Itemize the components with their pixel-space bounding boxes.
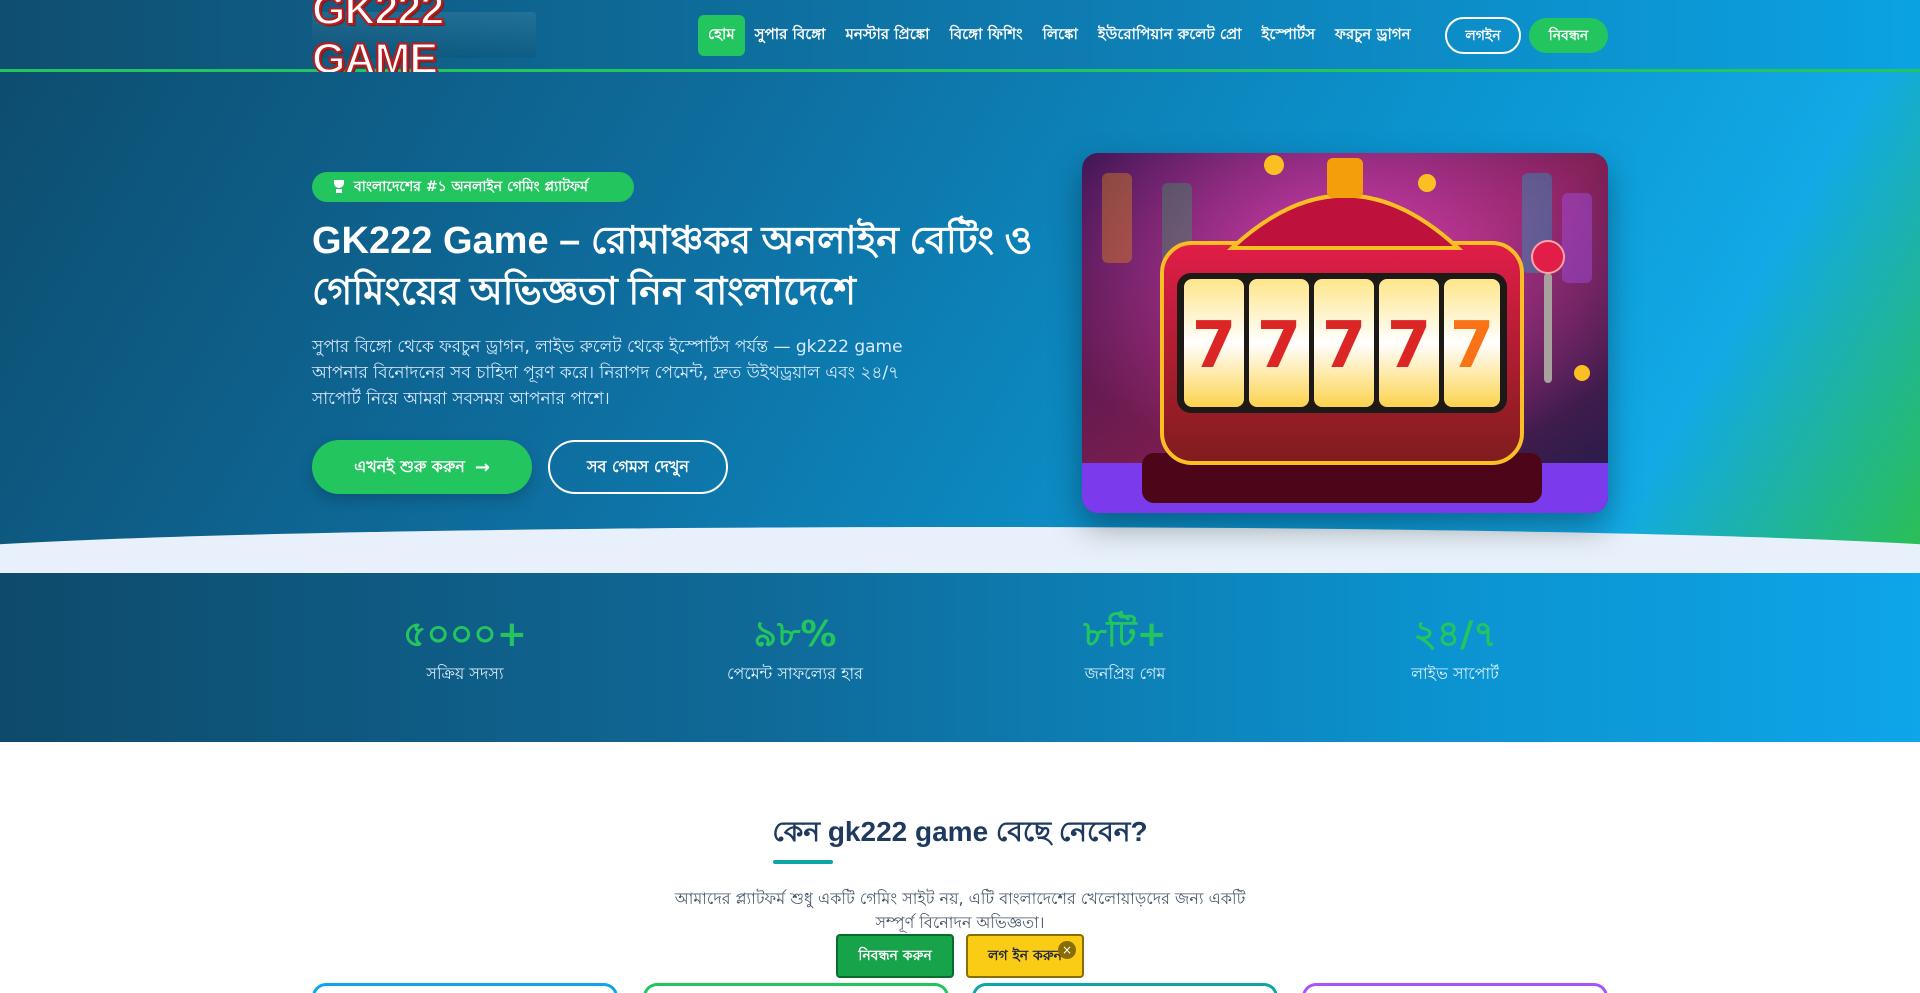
start-now-label: এখনই শুরু করুন [354,456,465,476]
slot-machine-illustration: 7 7 7 7 7 [1082,153,1608,513]
stat-value: ৫০০০+ [403,614,527,655]
nav-item-european-roulette[interactable]: ইউরোপিয়ান রুলেট প্রো [1088,15,1252,56]
hero-section: বাংলাদেশের #১ অনলাইন গেমিং প্ল্যাটফর্ম G… [0,72,1920,574]
login-button[interactable]: লগইন [1445,17,1521,54]
nav-item-monster-plinko[interactable]: মনস্টার প্রিঙ্কো [836,15,940,56]
close-icon[interactable]: × [1058,941,1076,959]
hero-title: GK222 Game – রোমাঞ্চকর অনলাইন বেটিং ও গে… [312,220,1033,313]
svg-text:7: 7 [1192,309,1237,383]
stat-members: ৫০০০+ সক্রিয় সদস্য [315,613,615,685]
svg-text:7: 7 [1257,309,1302,383]
feature-card [972,983,1278,993]
stat-value: ৮টি+ [1083,614,1167,655]
stat-label: পেমেন্ট সাফল্যের হার [727,664,863,683]
sticky-register-button[interactable]: নিবন্ধন করুন [836,934,954,978]
trophy-icon [332,180,346,194]
arrow-right-icon: → [474,456,490,478]
stat-value: ২৪/৭ [1413,614,1497,655]
nav-item-fortune-dragon[interactable]: ফরচুন ড্রাগন [1325,15,1421,56]
stat-label: সক্রিয় সদস্য [426,664,504,683]
view-all-games-button[interactable]: সব গেমস দেখুন [548,440,728,494]
hero-description: সুপার বিঙ্গো থেকে ফরচুন ড্রাগন, লাইভ রুল… [312,337,903,409]
nav-item-linko[interactable]: লিঙ্কো [1033,15,1088,56]
hero-badge: বাংলাদেশের #১ অনলাইন গেমিং প্ল্যাটফর্ম [312,172,634,202]
feature-card [312,983,618,993]
stat-label: জনপ্রিয় গেম [1084,664,1166,683]
svg-text:7: 7 [1450,309,1495,383]
register-button[interactable]: নিবন্ধন [1529,18,1608,53]
stats-section: ৫০০০+ সক্রিয় সদস্য ৯৮% পেমেন্ট সাফল্যের… [0,573,1920,742]
nav-item-home[interactable]: হোম [698,14,745,56]
start-now-button[interactable]: এখনই শুরু করুন → [312,440,532,494]
site-logo[interactable]: GK222 GAME [311,0,536,84]
hero-badge-text: বাংলাদেশের #১ অনলাইন গেমিং প্ল্যাটফর্ম [354,179,588,195]
why-choose-title: কেন gk222 game বেছে নেবেন? [772,816,1148,847]
stat-value: ৯৮% [753,614,837,655]
navbar: GK222 GAME হোম সুপার বিঙ্গো মনস্টার প্রি… [0,0,1920,84]
stat-popular-games: ৮টি+ জনপ্রিয় গেম [975,613,1275,685]
nav-item-super-bingo[interactable]: সুপার বিঙ্গো [745,15,836,56]
slot-machine-image: 7 7 7 7 7 [1082,153,1608,513]
nav-item-bingo-fishing[interactable]: বিঙ্গো ফিশিং [940,15,1033,56]
stat-live-support: ২৪/৭ লাইভ সাপোর্ট [1305,613,1605,685]
feature-card [643,983,949,993]
svg-text:7: 7 [1322,309,1367,383]
nav-item-esports[interactable]: ইস্পোর্টস [1252,15,1325,56]
stat-label: লাইভ সাপোর্ট [1411,664,1499,683]
title-underline [773,860,833,864]
svg-text:7: 7 [1387,309,1432,383]
feature-card [1302,983,1608,993]
stat-payment-success: ৯৮% পেমেন্ট সাফল্যের হার [645,613,945,685]
hero-wave-divider [0,527,1920,574]
main-nav: হোম সুপার বিঙ্গো মনস্টার প্রিঙ্কো বিঙ্গো… [698,14,1421,56]
why-choose-description: আমাদের প্ল্যাটফর্ম শুধু একটি গেমিং সাইট … [674,889,1246,932]
